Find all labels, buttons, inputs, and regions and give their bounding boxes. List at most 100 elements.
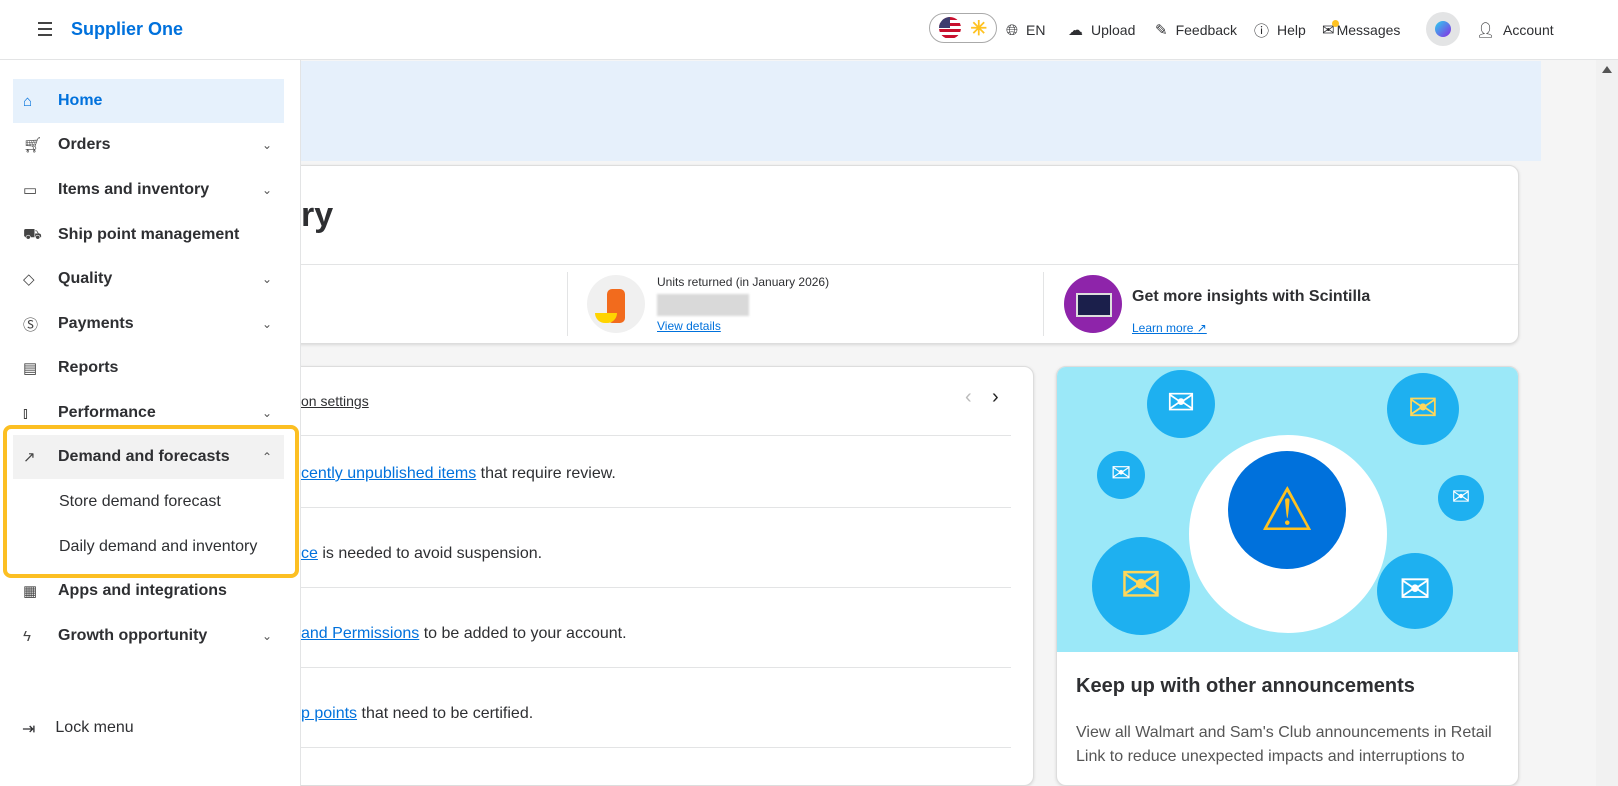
scrollbar[interactable] — [1596, 60, 1618, 786]
language-button[interactable]: 🌐︎ EN — [1006, 0, 1045, 60]
account-button[interactable]: 👤︎ Account — [1476, 0, 1554, 60]
task-text: that require review. — [476, 465, 616, 482]
sidebar-item-items-inventory[interactable]: ▭ Items and inventory ⌄ — [13, 168, 284, 212]
external-link-icon: ↗ — [1196, 321, 1207, 335]
task-text: to be added to your account. — [419, 625, 627, 642]
returns-illustration — [587, 275, 645, 333]
assistant-orb-icon — [1435, 21, 1451, 37]
mail-icon: ✉ — [1147, 370, 1215, 438]
task-row: ce is needed to avoid suspension. — [301, 545, 542, 563]
sidebar: ⌂ Home 🛒︎ Orders ⌄ ▭ Items and inventory ⌄ ⛟ S… — [0, 60, 301, 786]
nav-label: Apps and integrations — [58, 582, 227, 599]
feedback-button[interactable]: ✎ Feedback — [1155, 0, 1237, 60]
chevron-down-icon: ⌄ — [261, 317, 272, 331]
scintilla-illustration — [1064, 275, 1122, 333]
task-row: and Permissions to be added to your acco… — [301, 625, 627, 643]
lock-menu-label: Lock menu — [55, 719, 134, 736]
notification-settings-link[interactable]: on settings — [301, 393, 369, 409]
sidebar-item-home[interactable]: ⌂ Home — [13, 79, 284, 123]
chevron-down-icon: ⌄ — [261, 629, 272, 643]
globe-icon: 🌐︎ — [1006, 21, 1019, 39]
trend-icon: ↗ — [23, 449, 36, 466]
task-link[interactable]: ce — [301, 545, 318, 562]
sidebar-item-reports[interactable]: ▤ Reports — [13, 346, 284, 390]
sidebar-item-payments[interactable]: Ⓢ Payments ⌄ — [13, 302, 284, 346]
warning-icon: ⚠ — [1228, 451, 1346, 569]
sidebar-item-growth[interactable]: ϟ Growth opportunity ⌄ — [13, 614, 284, 658]
task-text: is needed to avoid suspension. — [317, 545, 543, 562]
nav-label: Ship point management — [58, 226, 240, 243]
us-flag-icon — [938, 17, 961, 39]
sidebar-item-apps[interactable]: ▦ Apps and integrations — [13, 569, 284, 613]
page-title: ry — [301, 196, 334, 234]
bar-chart-icon: ⫾ — [23, 404, 28, 422]
learn-more-text: Learn more — [1132, 321, 1194, 335]
mail-icon: ✉ — [1387, 373, 1459, 445]
units-returned-label: Units returned (in January 2026) — [657, 275, 830, 289]
task-row: cently unpublished items that require re… — [301, 465, 616, 483]
feedback-icon: ✎ — [1155, 22, 1168, 39]
nav-label: Items and inventory — [58, 181, 210, 198]
store-icon: ▦ — [23, 583, 38, 600]
nav-label: Home — [58, 92, 103, 109]
clipboard-icon: ▤ — [23, 360, 38, 377]
sidebar-subitem-store-demand-forecast[interactable]: Store demand forecast — [59, 493, 221, 511]
mail-icon: ✉ — [1097, 451, 1145, 499]
nav-label: Reports — [58, 359, 119, 376]
sidebar-item-ship-point[interactable]: ⛟ Ship point management — [13, 213, 284, 257]
dollar-icon: Ⓢ — [23, 316, 39, 334]
announcement-card: ⚠ ✉ ✉ ✉ ✉ ✉ ✉ Keep up with other announc… — [1056, 366, 1519, 786]
menu-icon[interactable] — [38, 22, 52, 40]
user-icon: 👤︎ — [1476, 22, 1496, 39]
sidebar-item-quality[interactable]: ◇ Quality ⌄ — [13, 257, 284, 301]
prev-arrow-icon[interactable]: ‹ — [965, 386, 972, 409]
truck-icon: ⛟ — [23, 225, 42, 243]
mail-icon: ✉ — [1322, 20, 1339, 39]
task-link[interactable]: p points — [301, 705, 357, 722]
market-switch[interactable]: ✳ — [929, 13, 997, 43]
lock-menu-button[interactable]: ⇥ Lock menu — [22, 719, 134, 739]
chevron-down-icon: ⌄ — [261, 406, 272, 420]
cart-icon: 🛒︎ — [23, 137, 43, 154]
help-button[interactable]: ⓘ Help — [1254, 0, 1306, 60]
sidebar-item-demand-forecasts[interactable]: ↗ Demand and forecasts ⌃ — [13, 435, 284, 479]
home-icon: ⌂ — [23, 92, 33, 110]
announcement-title: Keep up with other announcements — [1076, 675, 1415, 697]
brand-logo[interactable]: Supplier One — [71, 19, 183, 40]
announcement-body: View all Walmart and Sam's Club announce… — [1076, 724, 1492, 765]
top-bar: Supplier One ✳ 🌐︎ EN ☁︎ Upload ✎ Feedback ⓘ… — [0, 0, 1618, 60]
mail-icon: ✉ — [1377, 553, 1453, 629]
upload-button[interactable]: ☁︎ Upload — [1068, 0, 1135, 60]
task-text: that need to be certified. — [357, 705, 534, 722]
nav-label: Payments — [58, 315, 134, 332]
task-link[interactable]: cently unpublished items — [301, 465, 476, 482]
next-arrow-icon[interactable]: › — [992, 386, 999, 409]
chevron-down-icon: ⌄ — [261, 183, 272, 197]
mail-icon: ✉ — [1438, 475, 1484, 521]
sidebar-item-performance[interactable]: ⫾ Performance ⌄ — [13, 391, 284, 435]
chevron-down-icon: ⌄ — [261, 138, 272, 152]
summary-card: ry Units returned (in January 2026) View… — [280, 165, 1519, 344]
hero-banner — [301, 61, 1541, 161]
box-icon: ▭ — [23, 182, 38, 199]
redacted-value — [657, 294, 749, 316]
learn-more-link[interactable]: Learn more ↗ — [1132, 321, 1207, 335]
bolt-icon: ϟ — [23, 627, 31, 645]
task-link[interactable]: and Permissions — [301, 625, 419, 642]
messages-button[interactable]: ✉ Messages — [1322, 0, 1400, 60]
sidebar-item-orders[interactable]: 🛒︎ Orders ⌄ — [13, 123, 284, 167]
chevron-down-icon: ⌄ — [261, 272, 272, 286]
diamond-icon: ◇ — [23, 271, 35, 288]
cloud-upload-icon: ☁︎ — [1068, 22, 1083, 39]
sidebar-subitem-daily-demand-inventory[interactable]: Daily demand and inventory — [59, 538, 257, 556]
nav-label: Quality — [58, 270, 113, 287]
tasks-card — [280, 366, 1034, 786]
assistant-avatar[interactable] — [1426, 12, 1460, 46]
insights-title: Get more insights with Scintilla — [1132, 288, 1371, 305]
nav-label: Demand and forecasts — [58, 448, 230, 465]
scroll-up-icon[interactable] — [1602, 66, 1612, 73]
task-row: p points that need to be certified. — [301, 705, 533, 723]
help-icon: ⓘ — [1254, 22, 1270, 40]
view-details-link[interactable]: View details — [657, 319, 721, 333]
mail-icon: ✉ — [1092, 537, 1190, 635]
